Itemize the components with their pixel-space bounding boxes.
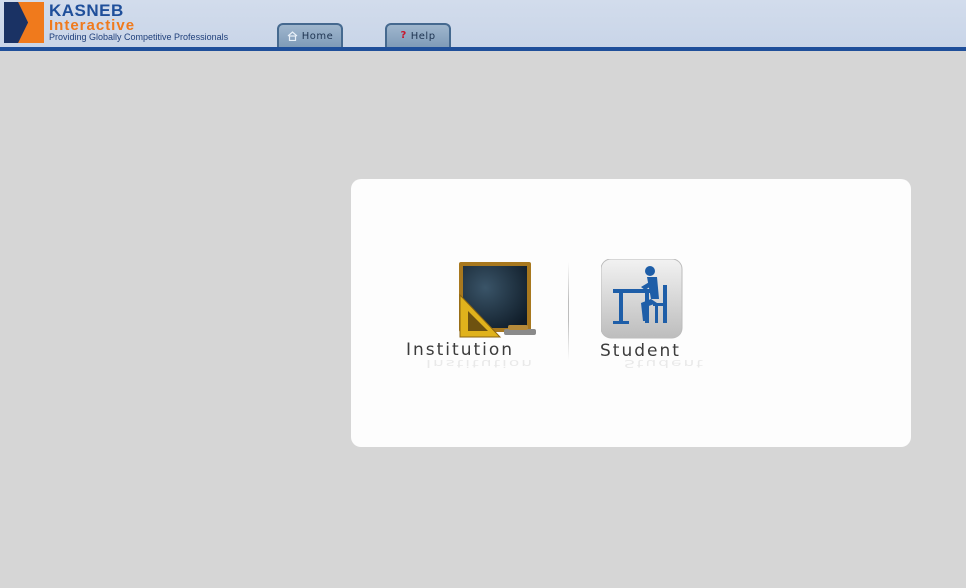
institution-label-reflection: Institution [426, 357, 535, 369]
options-divider [568, 262, 569, 360]
student-option[interactable]: Student Student [598, 258, 713, 373]
blackboard-icon [459, 262, 536, 338]
logo-tagline: Providing Globally Competitive Professio… [49, 32, 229, 42]
kasneb-logo-icon [4, 2, 44, 43]
tab-home-label: Home [301, 30, 334, 42]
tab-help-label: Help [410, 30, 436, 42]
help-icon: ? [400, 30, 407, 41]
tab-help[interactable]: ? Help [385, 23, 451, 47]
top-header: KASNEB Interactive Providing Globally Co… [0, 0, 966, 51]
home-icon [287, 31, 298, 41]
institution-option[interactable]: Institution Institution [406, 258, 546, 373]
student-label-reflection: Student [624, 357, 705, 369]
kasneb-logo[interactable]: KASNEB Interactive Providing Globally Co… [4, 2, 244, 44]
student-desk-icon [601, 259, 683, 339]
tab-home[interactable]: Home [277, 23, 343, 47]
